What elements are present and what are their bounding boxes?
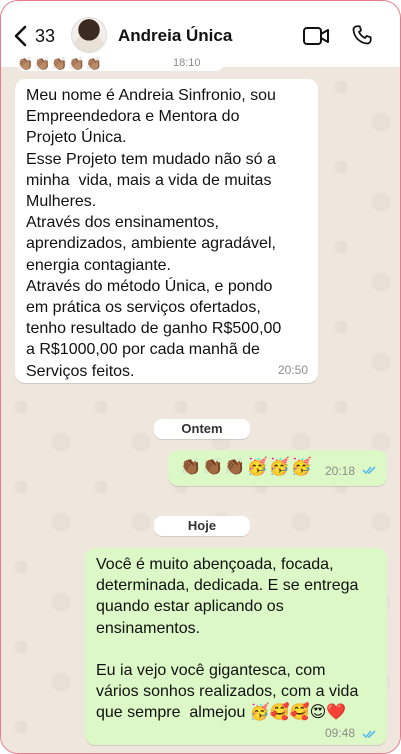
day-separator-today: Hoje: [154, 516, 250, 536]
voice-call-icon[interactable]: [351, 24, 373, 46]
message-time: 20:18: [325, 464, 356, 478]
read-receipt-icon: [362, 730, 376, 739]
contact-avatar[interactable]: [71, 17, 107, 53]
previous-message-time: 18:10: [173, 57, 201, 69]
message-text: 👏🏾👏🏾👏🏾🥳🥳🥳: [180, 457, 314, 476]
incoming-message-bubble[interactable]: Meu nome é Andreia Sinfronio, sou Empree…: [15, 79, 318, 383]
message-time: 20:50: [277, 363, 308, 377]
video-call-icon[interactable]: [302, 25, 330, 47]
phone-frame: 33 Andreia Única 👏🏽👏🏽👏🏽👏🏽👏🏽 18:10 Meu no…: [0, 0, 401, 754]
read-receipt-icon: [362, 466, 376, 475]
outgoing-message-bubble[interactable]: Você é muito abençoada, focada, determin…: [85, 548, 387, 745]
message-time: 09:48: [325, 726, 356, 740]
unread-count[interactable]: 33: [35, 26, 55, 47]
message-text: Meu nome é Andreia Sinfronio, sou Empree…: [26, 87, 282, 380]
outgoing-message-bubble[interactable]: 👏🏾👏🏾👏🏾🥳🥳🥳 20:18: [168, 450, 387, 486]
back-arrow-icon[interactable]: [11, 23, 33, 49]
message-text: Você é muito abençoada, focada, determin…: [96, 556, 359, 722]
contact-name[interactable]: Andreia Única: [118, 26, 232, 46]
previous-message-emoji: 👏🏽👏🏽👏🏽👏🏽👏🏽: [17, 56, 103, 71]
day-separator-yesterday: Ontem: [154, 419, 250, 439]
